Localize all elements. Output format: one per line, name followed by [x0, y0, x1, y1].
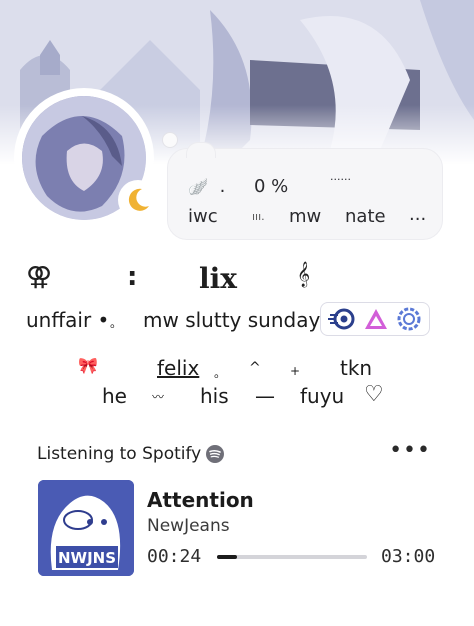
more-options-icon[interactable]: •••	[389, 438, 431, 463]
progress-fill	[217, 555, 237, 559]
treble-clef-icon: 𝄞	[297, 262, 311, 287]
status-text-iwc: iwc	[188, 206, 218, 227]
bow-icon: 🎀	[78, 356, 98, 375]
status-text-nate: nate	[345, 206, 386, 227]
bio-caret: ^	[249, 360, 261, 376]
album-text: NWJNS	[58, 549, 116, 567]
bio-text-fuyu: fuyu	[300, 384, 345, 408]
status-dot: .	[219, 176, 226, 197]
bio-text-unffair: unffair •	[26, 308, 110, 332]
song-artist[interactable]: NewJeans	[147, 516, 230, 536]
bio-text-sunday: mw slutty sunday	[143, 308, 321, 332]
heart-icon: ♡	[364, 382, 384, 407]
avatar-frame[interactable]	[14, 88, 158, 228]
bio-text-felix: felix	[157, 356, 200, 380]
spotify-label: Listening to Spotify	[37, 444, 202, 464]
status-row-1: 🪽 .	[188, 176, 225, 197]
laurel-badge-icon[interactable]	[396, 306, 422, 332]
bio-text-tkn: tkn	[340, 356, 373, 380]
bio-circle: 。	[110, 316, 123, 330]
status-bars: ııı.	[252, 210, 265, 223]
hypesquad-balance-badge-icon[interactable]	[328, 307, 356, 331]
profile-badges	[320, 302, 430, 336]
status-ellipsis: ...	[409, 204, 427, 225]
moon-icon	[118, 180, 158, 220]
song-title[interactable]: Attention	[147, 488, 254, 512]
triangle-badge-icon[interactable]	[363, 307, 389, 331]
status-bubble-bump	[186, 142, 216, 158]
display-name-row: ⚢ : lix 𝄞	[0, 262, 474, 302]
album-art: NWJNS	[38, 480, 134, 576]
status-percent: 0 %	[254, 176, 289, 197]
bio-text-his: his	[200, 384, 229, 408]
bio-small-circle: 。	[214, 366, 227, 380]
bio-line-2: 🎀 felix 。 ^ + tkn	[0, 356, 474, 386]
bio-plus: +	[290, 364, 301, 378]
status-bubble-dot	[162, 132, 178, 148]
album-cover[interactable]: NWJNS	[38, 480, 134, 576]
name-colon: :	[127, 262, 138, 292]
bio-dash: —	[255, 384, 275, 408]
display-name: lix	[199, 262, 237, 295]
mustache-icon: 〰	[152, 390, 165, 404]
gender-symbol-icon: ⚢	[26, 262, 53, 292]
wing-emoji-icon: 🪽	[188, 177, 208, 196]
spotify-activity-header: Listening to Spotify •••	[37, 438, 437, 468]
bio-text-he: he	[102, 384, 127, 408]
progress-track	[217, 555, 367, 559]
total-time: 03:00	[381, 546, 436, 567]
status-text-mw: mw	[289, 206, 322, 227]
bio-line-3: he 〰 his — fuyu ♡	[0, 382, 474, 414]
elapsed-time: 00:24	[147, 546, 202, 567]
status-dots: ......	[330, 170, 351, 183]
spotify-icon	[206, 445, 224, 463]
